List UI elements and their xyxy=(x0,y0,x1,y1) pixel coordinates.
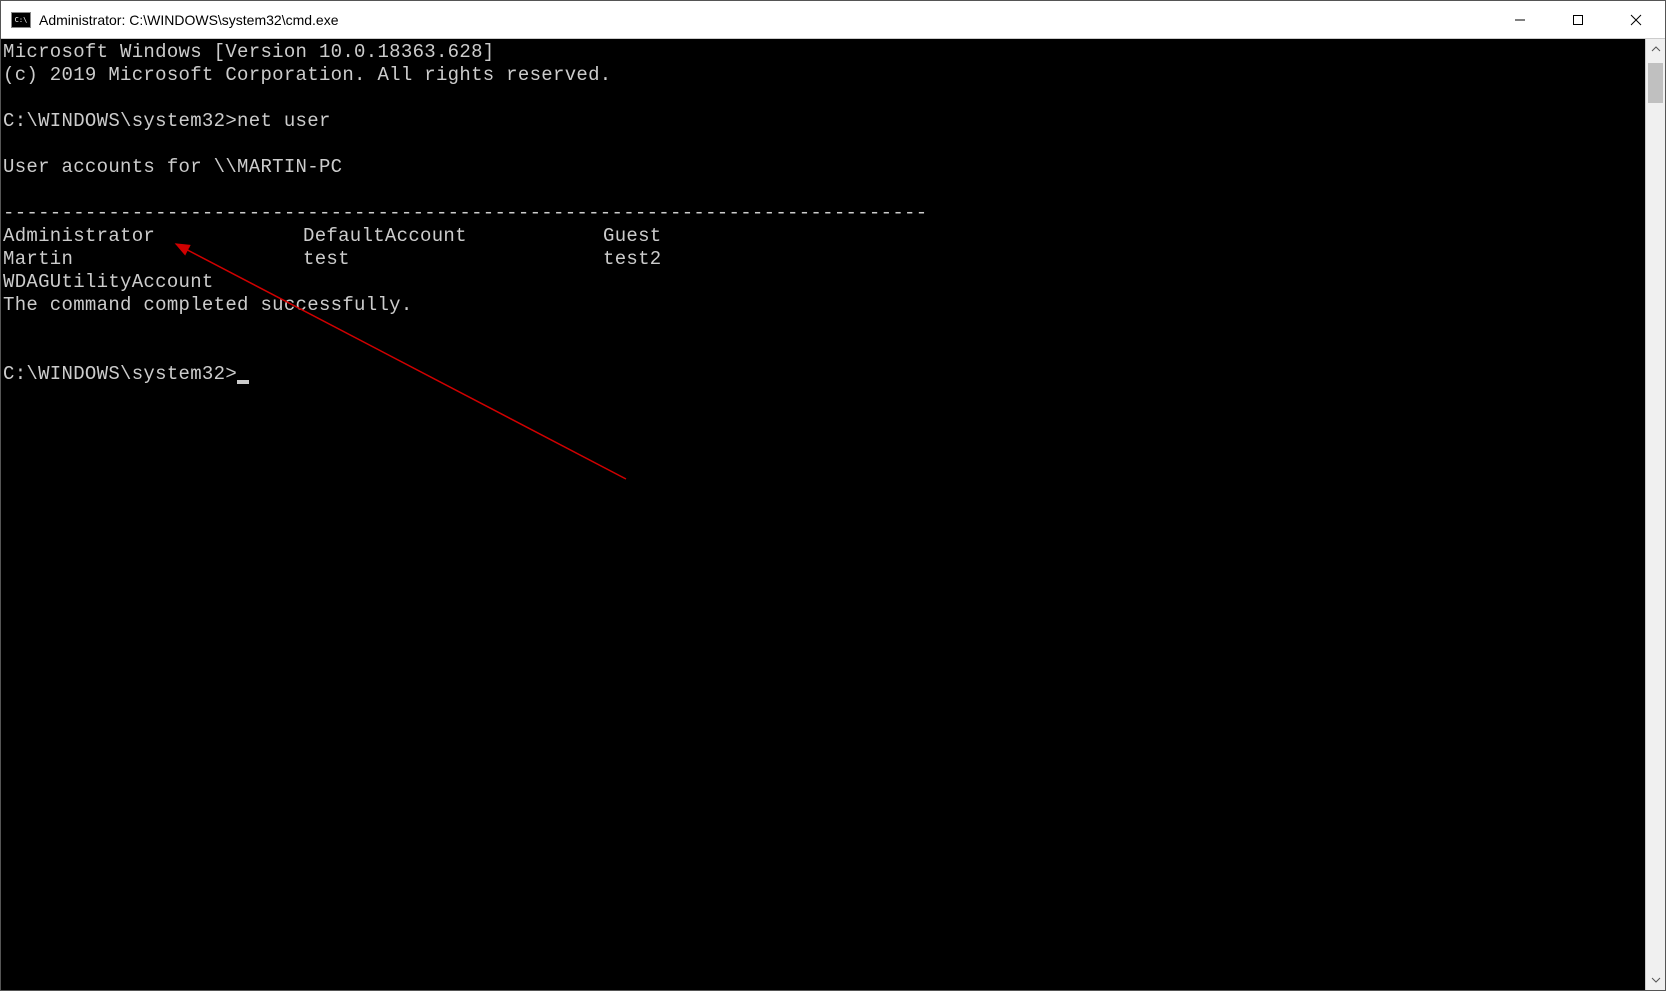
cmd-icon xyxy=(11,12,31,28)
user-account: WDAGUtilityAccount xyxy=(3,271,303,294)
user-account: Administrator xyxy=(3,225,303,248)
chevron-down-icon xyxy=(1651,977,1661,983)
scroll-down-arrow[interactable] xyxy=(1646,970,1665,990)
user-account: DefaultAccount xyxy=(303,225,603,248)
maximize-icon xyxy=(1572,14,1584,26)
terminal-prompt: C:\WINDOWS\system32> xyxy=(3,110,237,132)
window-titlebar: Administrator: C:\WINDOWS\system32\cmd.e… xyxy=(1,1,1665,39)
terminal-cursor xyxy=(237,380,249,384)
close-button[interactable] xyxy=(1607,1,1665,38)
window-title: Administrator: C:\WINDOWS\system32\cmd.e… xyxy=(39,12,1491,28)
chevron-up-icon xyxy=(1651,46,1661,52)
terminal-command: net user xyxy=(237,110,331,132)
user-account: Martin xyxy=(3,248,303,271)
user-row: Martintesttest2 xyxy=(3,248,1645,271)
minimize-icon xyxy=(1514,14,1526,26)
annotation-arrow xyxy=(1,39,1645,990)
scroll-track[interactable] xyxy=(1646,59,1665,970)
terminal-content[interactable]: Microsoft Windows [Version 10.0.18363.62… xyxy=(1,39,1645,990)
window-controls xyxy=(1491,1,1665,38)
terminal-area: Microsoft Windows [Version 10.0.18363.62… xyxy=(1,39,1665,990)
maximize-button[interactable] xyxy=(1549,1,1607,38)
close-icon xyxy=(1630,14,1642,26)
terminal-line: Microsoft Windows [Version 10.0.18363.62… xyxy=(3,41,494,63)
minimize-button[interactable] xyxy=(1491,1,1549,38)
user-row: AdministratorDefaultAccountGuest xyxy=(3,225,1645,248)
terminal-output: The command completed successfully. xyxy=(3,294,413,316)
user-row: WDAGUtilityAccount xyxy=(3,271,1645,294)
user-account: test2 xyxy=(603,248,903,271)
user-account: test xyxy=(303,248,603,271)
terminal-prompt: C:\WINDOWS\system32> xyxy=(3,363,237,385)
vertical-scrollbar[interactable] xyxy=(1645,39,1665,990)
user-account: Guest xyxy=(603,225,903,248)
terminal-line: (c) 2019 Microsoft Corporation. All righ… xyxy=(3,64,612,86)
scroll-thumb[interactable] xyxy=(1648,63,1663,103)
terminal-output: User accounts for \\MARTIN-PC xyxy=(3,156,342,178)
terminal-separator: ----------------------------------------… xyxy=(3,202,927,224)
scroll-up-arrow[interactable] xyxy=(1646,39,1665,59)
